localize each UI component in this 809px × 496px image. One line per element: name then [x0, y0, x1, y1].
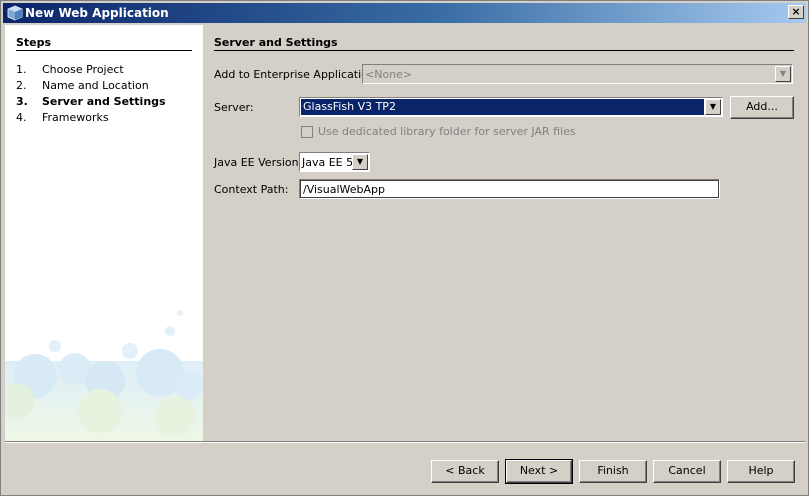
step-label: Server and Settings — [42, 95, 166, 108]
steps-panel: Steps 1. Choose Project 2. Name and Loca… — [5, 25, 203, 441]
help-button[interactable]: Help — [727, 460, 795, 483]
context-path-input[interactable]: /VisualWebApp — [299, 179, 720, 199]
javaee-version-label: Java EE Version: — [214, 156, 303, 169]
library-folder-checkbox[interactable] — [301, 126, 313, 138]
enterprise-app-value: <None> — [365, 68, 413, 81]
step-number: 1. — [16, 63, 27, 76]
chevron-down-icon[interactable]: ▼ — [705, 99, 721, 115]
next-button[interactable]: Next > — [505, 459, 573, 484]
finish-button[interactable]: Finish — [579, 460, 647, 483]
step-label: Choose Project — [42, 63, 124, 76]
cancel-button[interactable]: Cancel — [653, 460, 721, 483]
step-number: 4. — [16, 111, 27, 124]
step-number: 2. — [16, 79, 27, 92]
server-combo[interactable]: GlassFish V3 TP2 ▼ — [299, 97, 723, 117]
decorative-bubbles-image — [5, 310, 203, 441]
add-server-button[interactable]: Add... — [730, 96, 794, 119]
step-number: 3. — [16, 95, 28, 108]
close-button[interactable]: × — [788, 5, 804, 19]
context-path-label: Context Path: — [214, 183, 289, 196]
title-bar[interactable]: New Web Application × — [3, 3, 806, 23]
javaee-version-combo[interactable]: Java EE 5 ▼ — [299, 152, 370, 172]
javaee-version-value: Java EE 5 — [302, 156, 354, 169]
library-folder-label: Use dedicated library folder for server … — [318, 125, 576, 138]
back-button[interactable]: < Back — [431, 460, 499, 483]
server-label: Server: — [214, 101, 254, 114]
chevron-down-icon[interactable]: ▼ — [775, 66, 791, 82]
step-label: Frameworks — [42, 111, 109, 124]
steps-heading: Steps — [16, 36, 192, 51]
settings-panel: Server and Settings Add to Enterprise Ap… — [203, 25, 806, 441]
footer-divider — [5, 441, 805, 443]
enterprise-app-label: Add to Enterprise Application: — [214, 68, 379, 81]
chevron-down-icon[interactable]: ▼ — [352, 154, 368, 170]
dialog-window: New Web Application × Steps 1. Choose Pr… — [0, 0, 809, 496]
context-path-value: /VisualWebApp — [303, 183, 386, 196]
window-title: New Web Application — [25, 6, 169, 20]
step-label: Name and Location — [42, 79, 149, 92]
netbeans-cube-icon — [7, 5, 23, 21]
enterprise-app-combo[interactable]: <None> ▼ — [362, 64, 793, 84]
server-value: GlassFish V3 TP2 — [301, 99, 704, 115]
section-title: Server and Settings — [214, 36, 794, 51]
